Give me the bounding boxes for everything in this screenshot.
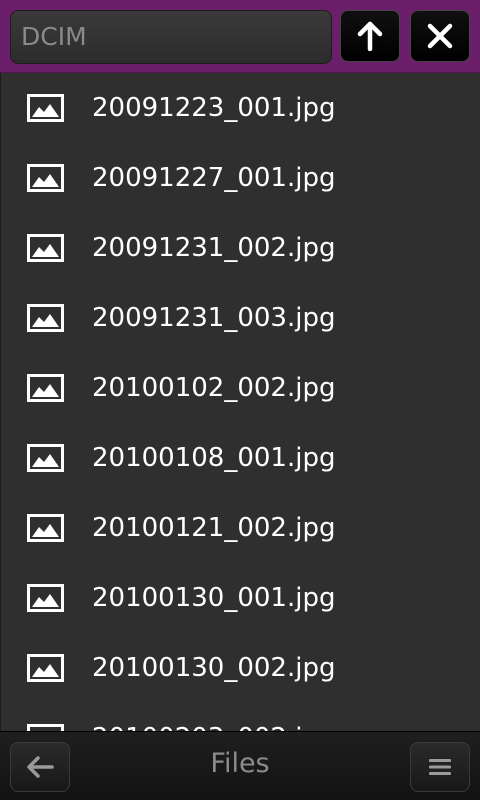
file-list-item[interactable]: 20100108_001.jpg <box>1 423 480 493</box>
image-file-icon <box>27 654 64 682</box>
image-file-icon <box>27 514 64 542</box>
file-list-item[interactable]: 20100203_002.jpg <box>1 703 480 731</box>
close-icon <box>427 23 453 49</box>
file-list[interactable]: 20091223_001.jpg 20091227_001.jpg 20091231… <box>0 73 480 731</box>
image-file-icon <box>27 444 64 472</box>
file-list-item[interactable]: 20100102_002.jpg <box>1 353 480 423</box>
file-list-item[interactable]: 20091227_001.jpg <box>1 143 480 213</box>
file-list-item[interactable]: 20091231_002.jpg <box>1 213 480 283</box>
file-list-item[interactable]: 20100121_002.jpg <box>1 493 480 563</box>
back-button[interactable] <box>10 742 70 792</box>
path-input[interactable]: DCIM <box>10 10 332 64</box>
file-name: 20100121_002.jpg <box>92 513 336 543</box>
image-file-icon <box>27 304 64 332</box>
file-name: 20100102_002.jpg <box>92 373 336 403</box>
image-file-icon <box>27 374 64 402</box>
menu-icon <box>429 759 451 775</box>
image-file-icon <box>27 164 64 192</box>
menu-button[interactable] <box>410 742 470 792</box>
file-name: 20091231_003.jpg <box>92 303 336 333</box>
bottom-bar: Files <box>0 731 480 800</box>
file-name: 20100203_002.jpg <box>92 723 335 731</box>
file-name: 20100130_002.jpg <box>92 653 336 683</box>
close-button[interactable] <box>410 10 470 62</box>
file-list-item[interactable]: 20100130_002.jpg <box>1 633 480 703</box>
image-file-icon <box>27 584 64 612</box>
file-name: 20091227_001.jpg <box>92 163 336 193</box>
top-bar: DCIM <box>0 0 480 73</box>
file-list-item[interactable]: 20100130_001.jpg <box>1 563 480 633</box>
arrow-left-icon <box>27 756 54 778</box>
file-name: 20100108_001.jpg <box>92 443 336 473</box>
image-file-icon <box>27 724 64 731</box>
arrow-up-icon <box>357 21 383 51</box>
file-browser-screen: DCIM 20091223_001.jpg 20091227_001.jpg 200… <box>0 0 480 800</box>
image-file-icon <box>27 234 64 262</box>
file-list-item[interactable]: 20091223_001.jpg <box>1 73 480 143</box>
image-file-icon <box>27 94 64 122</box>
file-name: 20100130_001.jpg <box>92 583 336 613</box>
file-name: 20091223_001.jpg <box>92 93 336 123</box>
up-button[interactable] <box>340 10 400 62</box>
file-name: 20091231_002.jpg <box>92 233 336 263</box>
screen-title: Files <box>210 748 270 779</box>
file-list-item[interactable]: 20091231_003.jpg <box>1 283 480 353</box>
